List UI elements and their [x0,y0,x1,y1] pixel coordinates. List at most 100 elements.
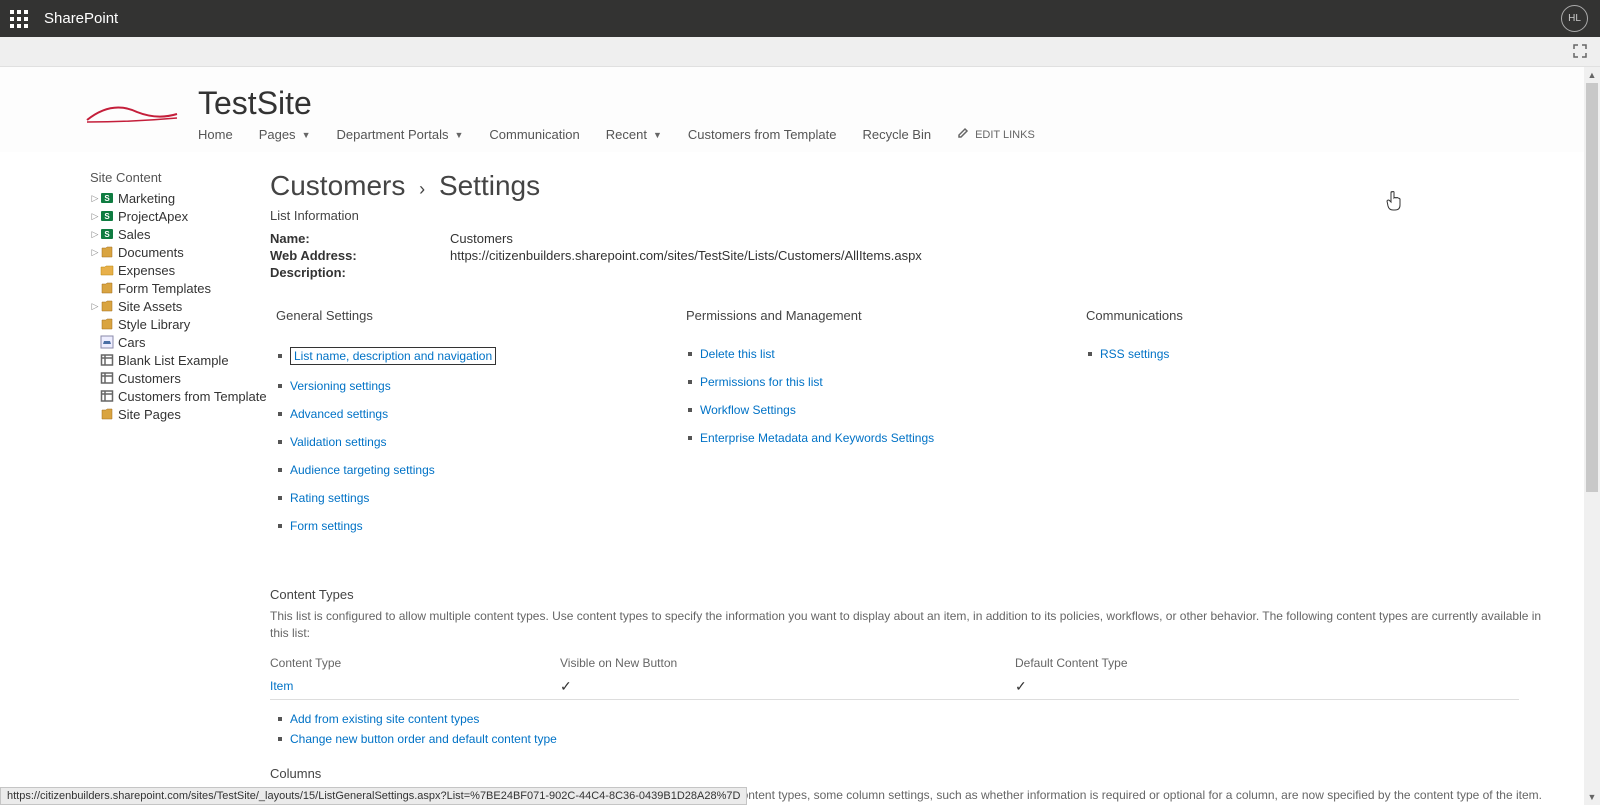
ct-name-link[interactable]: Item [270,674,560,700]
svg-text:S: S [104,194,110,203]
general-setting-link[interactable]: Form settings [290,519,363,533]
lib-icon [100,407,114,421]
content-types-section: Content Types This list is configured to… [270,587,1544,746]
general-setting-link[interactable]: Validation settings [290,435,387,449]
tree-item-site-pages[interactable]: Site Pages [90,405,270,423]
ct-col-name[interactable]: Content Type [270,652,560,674]
tree-item-projectapex[interactable]: ▷S ProjectApex [90,207,270,225]
list-info-heading: List Information [270,208,1544,223]
chevron-down-icon: ▼ [653,130,662,140]
tree-item-documents[interactable]: ▷Documents [90,243,270,261]
chevron-down-icon: ▼ [302,130,311,140]
nav-recycle-bin[interactable]: Recycle Bin [862,127,931,142]
tree-item-label: Marketing [118,191,175,206]
folder-icon [100,263,114,277]
tree-item-style-library[interactable]: Style Library [90,315,270,333]
tree-item-label: Form Templates [118,281,211,296]
bullet-icon [1088,352,1092,356]
tree-item-cars[interactable]: Cars [90,333,270,351]
tree-item-blank-list-example[interactable]: Blank List Example [90,351,270,369]
nav-home[interactable]: Home [198,127,233,142]
content-type-row: Item✓✓ [270,674,1519,700]
bullet-icon [278,412,282,416]
content-type-action-link[interactable]: Change new button order and default cont… [290,732,557,746]
tree-item-expenses[interactable]: Expenses [90,261,270,279]
tree-item-form-templates[interactable]: Form Templates [90,279,270,297]
expand-icon[interactable]: ▷ [90,247,100,258]
suite-bar: SharePoint HL [0,0,1600,37]
bullet-icon [688,408,692,412]
permission-setting-link[interactable]: Workflow Settings [700,403,796,417]
list-icon [100,353,114,367]
general-setting-link[interactable]: List name, description and navigation [290,347,496,365]
svg-text:S: S [104,230,110,239]
ct-col-default[interactable]: Default Content Type [1015,652,1519,674]
vertical-scrollbar[interactable]: ▲ ▼ [1584,67,1600,805]
bullet-icon [278,737,282,741]
nav-recent[interactable]: Recent▼ [606,127,662,142]
expand-icon[interactable]: ▷ [90,193,100,204]
car-icon [100,335,114,349]
tree-item-marketing[interactable]: ▷ S Marketing [90,189,270,207]
general-setting-link[interactable]: Audience targeting settings [290,463,435,477]
quick-launch-heading: Site Content [90,170,270,185]
sp-icon: S [100,227,114,241]
scroll-up-button[interactable]: ▲ [1584,67,1600,83]
site-title[interactable]: TestSite [198,87,1035,119]
lib-icon [100,299,114,313]
nav-communication[interactable]: Communication [489,127,579,142]
nav-customers-template[interactable]: Customers from Template [688,127,837,142]
bullet-icon [278,717,282,721]
tree-item-label: Site Pages [118,407,181,422]
tree-item-customers[interactable]: Customers [90,369,270,387]
content-types-table: Content Type Visible on New Button Defau… [270,652,1519,700]
general-settings-heading: General Settings [270,308,670,323]
user-avatar[interactable]: HL [1561,5,1588,32]
bullet-icon [278,524,282,528]
scroll-down-button[interactable]: ▼ [1584,789,1600,805]
web-address-value[interactable]: https://citizenbuilders.sharepoint.com/s… [450,248,922,263]
edit-links-button[interactable]: EDIT LINKS [957,127,1035,142]
communication-setting-link[interactable]: RSS settings [1100,347,1169,361]
general-setting-link[interactable]: Rating settings [290,491,369,505]
bullet-icon [688,352,692,356]
expand-icon[interactable]: ▷ [90,301,100,312]
permission-setting-link[interactable]: Permissions for this list [700,375,823,389]
tree-item-label: Style Library [118,317,190,332]
ct-visible-cell: ✓ [560,674,1015,700]
expand-icon[interactable]: ▷ [90,211,100,222]
app-launcher-icon[interactable] [10,10,28,28]
focus-content-icon[interactable] [1572,43,1588,59]
site-logo[interactable] [78,87,186,137]
breadcrumb-separator: › [419,179,425,199]
permissions-column: Permissions and Management Delete this l… [680,308,1070,547]
tree-item-label: ProjectApex [118,209,188,224]
scroll-thumb[interactable] [1586,83,1598,492]
ribbon-bar [0,37,1600,67]
tree-item-site-assets[interactable]: ▷ Site Assets [90,297,270,315]
breadcrumb-parent[interactable]: Customers [270,170,405,201]
ct-col-visible[interactable]: Visible on New Button [560,652,1015,674]
general-setting-link[interactable]: Versioning settings [290,379,391,393]
breadcrumb: Customers › Settings [270,170,1544,202]
permission-setting-link[interactable]: Enterprise Metadata and Keywords Setting… [700,431,934,445]
scroll-track[interactable] [1584,83,1600,789]
name-value: Customers [450,231,513,246]
chevron-down-icon: ▼ [454,130,463,140]
content-type-action-link[interactable]: Add from existing site content types [290,712,479,726]
general-setting-link[interactable]: Advanced settings [290,407,388,421]
tree-item-label: Cars [118,335,145,350]
permission-setting-link[interactable]: Delete this list [700,347,775,361]
brand-label[interactable]: SharePoint [44,10,118,27]
sp-icon: S [100,209,114,223]
communications-column: Communications RSS settings [1080,308,1544,547]
tree-item-sales[interactable]: ▷SSales [90,225,270,243]
expand-icon[interactable]: ▷ [90,229,100,240]
nav-department-portals[interactable]: Department Portals▼ [336,127,463,142]
list-icon [100,371,114,385]
tree-item-customers-from-template[interactable]: Customers from Template [90,387,270,405]
tree-item-label: Site Assets [118,299,182,314]
main-content: Customers › Settings List Information Na… [270,170,1544,805]
bullet-icon [688,380,692,384]
nav-pages[interactable]: Pages▼ [259,127,311,142]
